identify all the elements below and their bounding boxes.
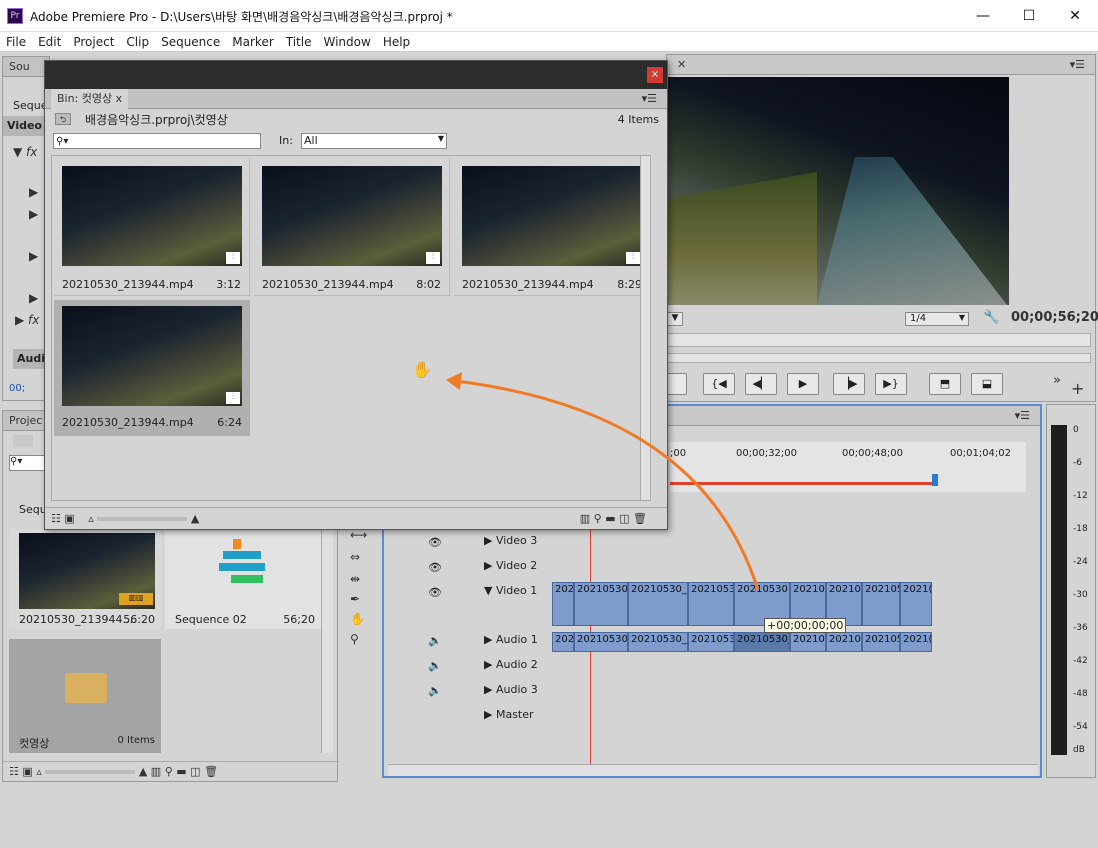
annotation-arrow <box>446 372 760 591</box>
